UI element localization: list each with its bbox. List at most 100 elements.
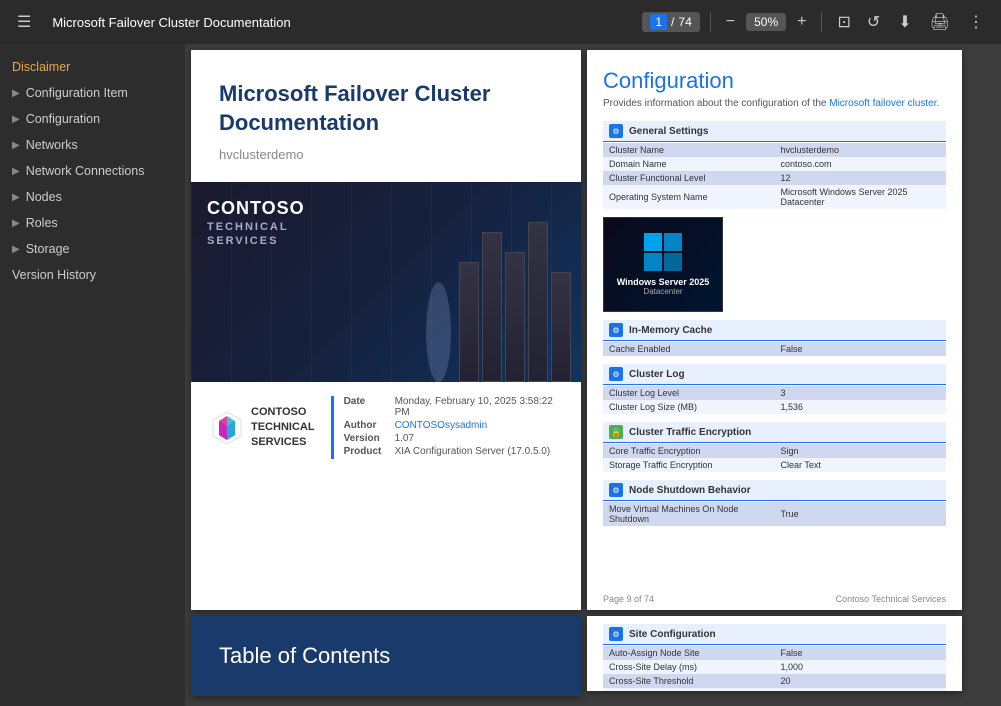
- footer-company: Contoso Technical Services: [836, 594, 946, 604]
- sidebar-item-network-connections[interactable]: ▶ Network Connections: [0, 158, 185, 184]
- banner-main: CONTOSO: [207, 198, 305, 219]
- toolbar-right: ⬇ 🖨 ⋮: [893, 9, 989, 35]
- site-config-icon: ⚙: [609, 627, 623, 641]
- sidebar-item-label: Disclaimer: [12, 60, 70, 74]
- section-general-settings: ⚙ General Settings: [603, 121, 946, 142]
- table-row: Cluster Functional Level12: [603, 171, 946, 185]
- total-pages: 74: [678, 15, 691, 29]
- in-memory-cache-title: In-Memory Cache: [629, 325, 712, 336]
- current-page[interactable]: 1: [650, 14, 667, 30]
- right-page-column: Configuration Provides information about…: [587, 50, 962, 700]
- rack-2: [482, 232, 502, 382]
- history-button[interactable]: ↺: [862, 9, 885, 35]
- cover-metadata: Date Monday, February 10, 2025 3:58:22 P…: [331, 396, 561, 459]
- banner-sub1: TECHNICAL: [207, 221, 305, 233]
- banner-sub2: SERVICES: [207, 235, 305, 247]
- cluster-log-table: Cluster Log Level3 Cluster Log Size (MB)…: [603, 386, 946, 414]
- rack-1: [459, 262, 479, 382]
- menu-button[interactable]: ☰: [12, 9, 36, 35]
- sidebar-item-label: Configuration Item: [26, 86, 128, 100]
- zoom-level: 50%: [746, 13, 786, 31]
- sidebar-item-configuration-item[interactable]: ▶ Configuration Item: [0, 80, 185, 106]
- sidebar-item-nodes[interactable]: ▶ Nodes: [0, 184, 185, 210]
- rack-3: [505, 252, 525, 382]
- cover-image: CONTOSO TECHNICAL SERVICES: [191, 182, 581, 382]
- config-heading: Configuration: [603, 68, 946, 94]
- footer-page-number: Page 9 of 74: [603, 594, 654, 604]
- general-settings-table: Cluster Namehvclusterdemo Domain Namecon…: [603, 143, 946, 209]
- sidebar-item-roles[interactable]: ▶ Roles: [0, 210, 185, 236]
- sidebar-item-version-history[interactable]: Version History: [0, 262, 185, 288]
- toolbar: ☰ Microsoft Failover Cluster Documentati…: [0, 0, 1001, 44]
- fit-page-button[interactable]: ⊡: [832, 9, 855, 35]
- page-separator: /: [671, 15, 674, 29]
- cluster-traffic-icon: 🔒: [609, 425, 623, 439]
- sidebar-item-configuration[interactable]: ▶ Configuration: [0, 106, 185, 132]
- download-button[interactable]: ⬇: [893, 9, 916, 35]
- table-row: Storage Traffic EncryptionClear Text: [603, 458, 946, 472]
- zoom-out-button[interactable]: −: [721, 11, 740, 33]
- section-cluster-traffic: 🔒 Cluster Traffic Encryption: [603, 422, 946, 443]
- pdf-page-configuration: Configuration Provides information about…: [587, 50, 962, 610]
- rack-5: [551, 272, 571, 382]
- chevron-icon: ▶: [12, 218, 20, 229]
- site-config-content: ⚙ Site Configuration Auto-Assign Node Si…: [587, 616, 962, 691]
- general-settings-title: General Settings: [629, 126, 708, 137]
- pdf-page-toc: Table of Contents: [191, 616, 581, 696]
- cover-title: Microsoft Failover Cluster Documentation: [219, 80, 553, 137]
- chevron-icon: ▶: [12, 88, 20, 99]
- meta-author: Author CONTOSOsysadmin: [344, 420, 561, 431]
- table-row: Move Virtual Machines On Node ShutdownTr…: [603, 502, 946, 526]
- sidebar-item-label: Network Connections: [26, 164, 145, 178]
- in-memory-cache-icon: ⚙: [609, 323, 623, 337]
- pdf-page-site-config: ⚙ Site Configuration Auto-Assign Node Si…: [587, 616, 962, 691]
- sidebar-item-label: Configuration: [26, 112, 100, 126]
- divider: [710, 12, 711, 32]
- windows-server-image: Windows Server 2025 Datacenter: [603, 217, 723, 312]
- left-page-column: Microsoft Failover Cluster Documentation…: [191, 50, 581, 700]
- section-cluster-log: ⚙ Cluster Log: [603, 364, 946, 385]
- table-row: Cross-Site Threshold20: [603, 674, 946, 688]
- sidebar-item-networks[interactable]: ▶ Networks: [0, 132, 185, 158]
- sidebar-item-label: Storage: [26, 242, 70, 256]
- app-title: Microsoft Failover Cluster Documentation: [52, 15, 634, 30]
- config-description: Provides information about the configura…: [603, 98, 946, 109]
- person-silhouette: [426, 282, 451, 382]
- table-row: Core Traffic EncryptionSign: [603, 444, 946, 458]
- table-row: Auto-Assign Node SiteFalse: [603, 646, 946, 660]
- table-row: Cluster Log Size (MB)1,536: [603, 400, 946, 414]
- cover-banner: CONTOSO TECHNICAL SERVICES: [207, 198, 305, 247]
- sidebar-item-label: Roles: [26, 216, 58, 230]
- cluster-log-icon: ⚙: [609, 367, 623, 381]
- chevron-icon: ▶: [12, 192, 20, 203]
- sidebar-item-label: Nodes: [26, 190, 62, 204]
- chevron-icon: ▶: [12, 140, 20, 151]
- win-server-label: Windows Server 2025: [617, 277, 709, 287]
- logo-text: CONTOSO TECHNICAL SERVICES: [251, 405, 315, 451]
- chevron-icon: ▶: [12, 244, 20, 255]
- cluster-log-title: Cluster Log: [629, 369, 685, 380]
- table-row: Cluster Log Level3: [603, 386, 946, 400]
- pdf-page-cover: Microsoft Failover Cluster Documentation…: [191, 50, 581, 610]
- more-options-button[interactable]: ⋮: [963, 9, 989, 35]
- win-tile-2: [664, 233, 682, 251]
- zoom-in-button[interactable]: +: [792, 11, 811, 33]
- toc-title: Table of Contents: [191, 623, 418, 689]
- page-indicator: 1 / 74: [642, 12, 699, 32]
- pdf-viewer[interactable]: Microsoft Failover Cluster Documentation…: [185, 44, 1001, 706]
- config-desc-link[interactable]: Microsoft failover cluster: [829, 98, 936, 109]
- sidebar-item-disclaimer[interactable]: Disclaimer: [0, 54, 185, 80]
- cover-top: Microsoft Failover Cluster Documentation…: [191, 50, 581, 182]
- print-button[interactable]: 🖨: [925, 9, 955, 35]
- section-node-shutdown: ⚙ Node Shutdown Behavior: [603, 480, 946, 501]
- section-site-config: ⚙ Site Configuration: [603, 624, 946, 645]
- in-memory-cache-table: Cache EnabledFalse: [603, 342, 946, 356]
- page-footer: Page 9 of 74 Contoso Technical Services: [587, 594, 962, 604]
- general-settings-icon: ⚙: [609, 124, 623, 138]
- sidebar-item-storage[interactable]: ▶ Storage: [0, 236, 185, 262]
- table-row: Operating System NameMicrosoft Windows S…: [603, 185, 946, 209]
- contoso-logo: CONTOSO TECHNICAL SERVICES: [211, 405, 315, 451]
- table-row: Cache EnabledFalse: [603, 342, 946, 356]
- site-config-table: Auto-Assign Node SiteFalse Cross-Site De…: [603, 646, 946, 691]
- main-area: Disclaimer ▶ Configuration Item ▶ Config…: [0, 44, 1001, 706]
